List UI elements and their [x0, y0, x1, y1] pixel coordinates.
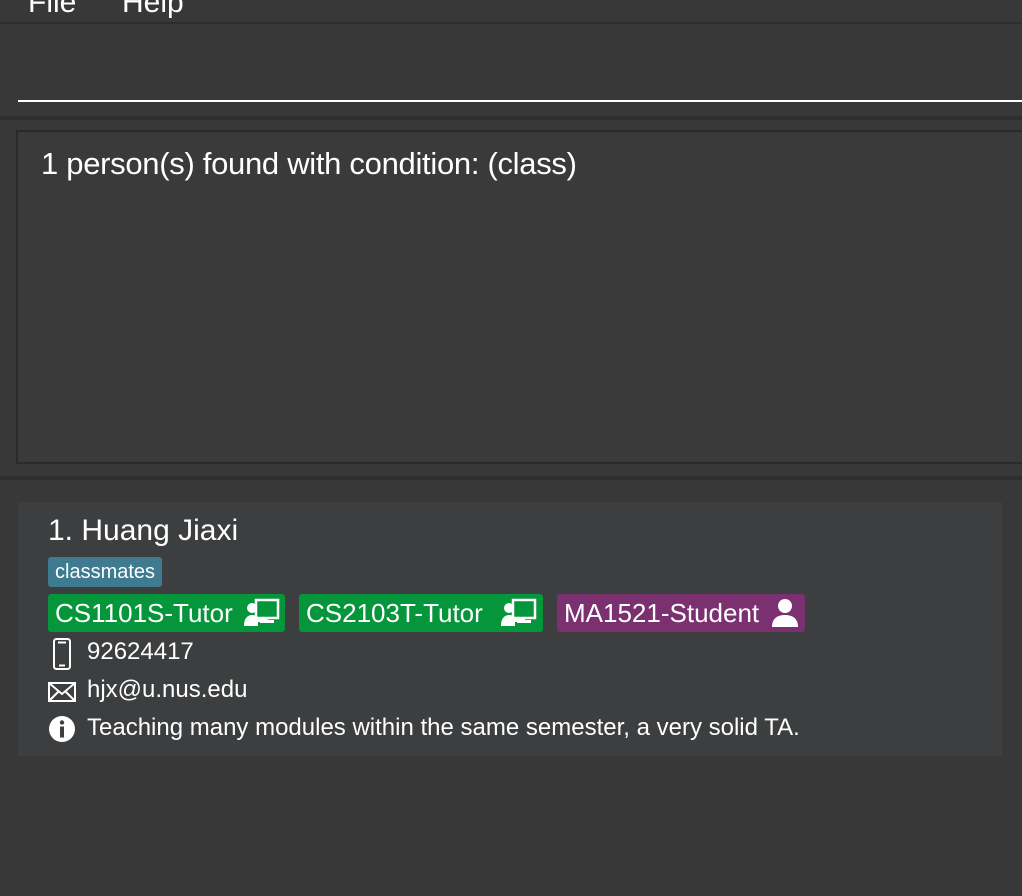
result-display: 1 person(s) found with condition: (class…	[16, 130, 1022, 464]
role-label: CS1101S-Tutor	[55, 598, 233, 628]
result-message: 1 person(s) found with condition: (class…	[41, 146, 577, 181]
command-input[interactable]	[18, 24, 1022, 102]
phone-number: 92624417	[87, 638, 194, 665]
teacher-icon	[501, 598, 537, 626]
tag-classmates: classmates	[48, 557, 163, 587]
student-icon	[772, 599, 798, 627]
person-name: 1. Huang Jiaxi	[48, 514, 238, 548]
role-tutor-badge: CS1101S-Tutor	[48, 594, 285, 632]
menu-file[interactable]: File	[28, 0, 76, 20]
remark-text: Teaching many modules within the same se…	[87, 714, 800, 741]
role-label: MA1521-Student	[564, 598, 760, 628]
command-box	[0, 24, 1022, 116]
phone-icon	[53, 638, 71, 670]
email-address: hjx@u.nus.edu	[87, 676, 248, 703]
menu-help[interactable]: Help	[122, 0, 184, 20]
info-icon	[49, 716, 75, 742]
role-label: CS2103T-Tutor	[306, 598, 483, 628]
role-tutor-badge: CS2103T-Tutor	[299, 594, 543, 632]
menu-bar: File Help	[0, 0, 1022, 24]
person-index: 1.	[48, 514, 74, 547]
divider	[0, 116, 1022, 120]
role-student-badge: MA1521-Student	[557, 594, 805, 632]
person-name-text: Huang Jiaxi	[81, 514, 239, 547]
person-list: 1. Huang Jiaxi classmates CS1101S-Tutor …	[0, 484, 1022, 896]
email-icon	[48, 682, 76, 702]
person-card[interactable]: 1. Huang Jiaxi classmates CS1101S-Tutor …	[18, 502, 1002, 756]
divider	[0, 476, 1022, 480]
teacher-icon	[244, 598, 280, 626]
